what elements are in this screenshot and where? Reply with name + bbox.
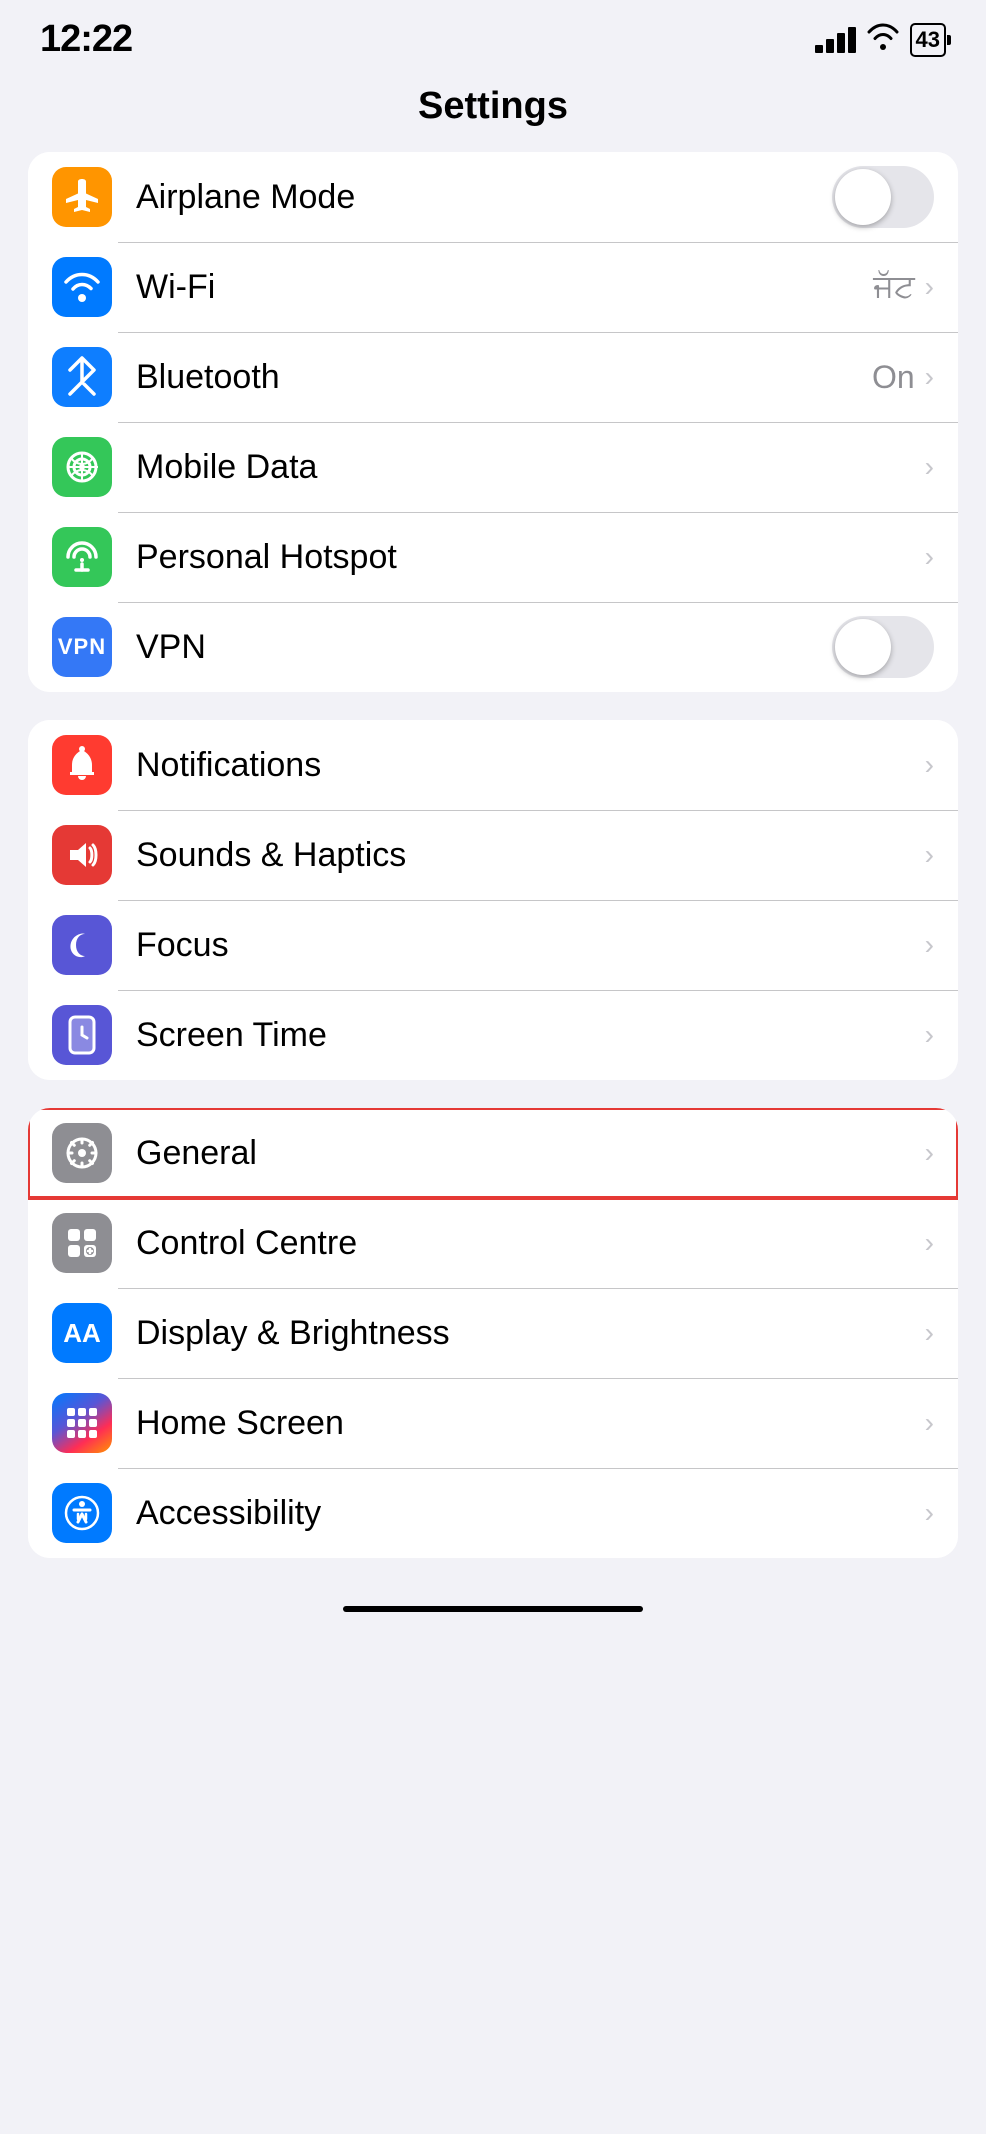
battery-icon: 43 — [910, 23, 946, 57]
display-brightness-row[interactable]: AA Display & Brightness › — [28, 1288, 958, 1378]
notifications-label: Notifications — [136, 746, 925, 785]
wifi-value: ਜੱਟ — [873, 268, 914, 306]
personal-hotspot-label: Personal Hotspot — [136, 538, 925, 577]
airplane-mode-label: Airplane Mode — [136, 178, 832, 217]
control-centre-icon — [52, 1213, 112, 1273]
general-icon — [52, 1123, 112, 1183]
notifications-row[interactable]: Notifications › — [28, 720, 958, 810]
wifi-chevron: › — [925, 271, 934, 303]
focus-row[interactable]: Focus › — [28, 900, 958, 990]
wifi-icon — [866, 22, 900, 57]
airplane-mode-toggle[interactable] — [832, 166, 934, 228]
home-screen-label: Home Screen — [136, 1404, 925, 1443]
airplane-mode-row[interactable]: Airplane Mode — [28, 152, 958, 242]
control-centre-chevron: › — [925, 1227, 934, 1259]
status-time: 12:22 — [40, 18, 132, 61]
mobile-data-chevron: › — [925, 451, 934, 483]
sounds-haptics-label: Sounds & Haptics — [136, 836, 925, 875]
bluetooth-label: Bluetooth — [136, 358, 872, 397]
general-group: General › Control Centre › AA Display & … — [28, 1108, 958, 1558]
notifications-chevron: › — [925, 749, 934, 781]
accessibility-icon — [52, 1483, 112, 1543]
accessibility-chevron: › — [925, 1497, 934, 1529]
bluetooth-icon — [52, 347, 112, 407]
screen-time-label: Screen Time — [136, 1016, 925, 1055]
sounds-icon — [52, 825, 112, 885]
signal-bars-icon — [815, 27, 856, 53]
home-screen-row[interactable]: Home Screen › — [28, 1378, 958, 1468]
vpn-toggle[interactable] — [832, 616, 934, 678]
control-centre-row[interactable]: Control Centre › — [28, 1198, 958, 1288]
bluetooth-row[interactable]: Bluetooth On › — [28, 332, 958, 422]
display-brightness-icon: AA — [52, 1303, 112, 1363]
bluetooth-chevron: › — [925, 361, 934, 393]
screen-time-chevron: › — [925, 1019, 934, 1051]
sounds-haptics-row[interactable]: Sounds & Haptics › — [28, 810, 958, 900]
mobile-data-row[interactable]: Mobile Data › — [28, 422, 958, 512]
bluetooth-value: On — [872, 359, 915, 396]
mobile-data-icon — [52, 437, 112, 497]
home-screen-chevron: › — [925, 1407, 934, 1439]
sounds-haptics-chevron: › — [925, 839, 934, 871]
battery-level: 43 — [916, 27, 940, 53]
personal-hotspot-chevron: › — [925, 541, 934, 573]
notifications-group: Notifications › Sounds & Haptics › Focus… — [28, 720, 958, 1080]
page-title: Settings — [0, 71, 986, 152]
screen-time-icon — [52, 1005, 112, 1065]
general-label: General — [136, 1134, 925, 1173]
aa-label: AA — [63, 1318, 101, 1349]
vpn-row-label: VPN — [136, 628, 832, 667]
vpn-icon: VPN — [52, 617, 112, 677]
focus-label: Focus — [136, 926, 925, 965]
focus-icon — [52, 915, 112, 975]
accessibility-row[interactable]: Accessibility › — [28, 1468, 958, 1558]
personal-hotspot-row[interactable]: Personal Hotspot › — [28, 512, 958, 602]
wifi-row[interactable]: Wi-Fi ਜੱਟ › — [28, 242, 958, 332]
status-icons: 43 — [815, 22, 946, 57]
wifi-label: Wi-Fi — [136, 268, 873, 307]
vpn-label: VPN — [58, 634, 106, 660]
airplane-mode-icon — [52, 167, 112, 227]
display-brightness-chevron: › — [925, 1317, 934, 1349]
notifications-icon — [52, 735, 112, 795]
screen-time-row[interactable]: Screen Time › — [28, 990, 958, 1080]
accessibility-label: Accessibility — [136, 1494, 925, 1533]
personal-hotspot-icon — [52, 527, 112, 587]
vpn-row[interactable]: VPN VPN — [28, 602, 958, 692]
general-chevron: › — [925, 1137, 934, 1169]
wifi-row-icon — [52, 257, 112, 317]
control-centre-label: Control Centre — [136, 1224, 925, 1263]
mobile-data-label: Mobile Data — [136, 448, 925, 487]
status-bar: 12:22 43 — [0, 0, 986, 71]
focus-chevron: › — [925, 929, 934, 961]
home-screen-icon — [52, 1393, 112, 1453]
connectivity-group: Airplane Mode Wi-Fi ਜੱਟ › Bluetooth On › — [28, 152, 958, 692]
general-row[interactable]: General › — [28, 1108, 958, 1198]
display-brightness-label: Display & Brightness — [136, 1314, 925, 1353]
home-indicator — [343, 1606, 643, 1612]
